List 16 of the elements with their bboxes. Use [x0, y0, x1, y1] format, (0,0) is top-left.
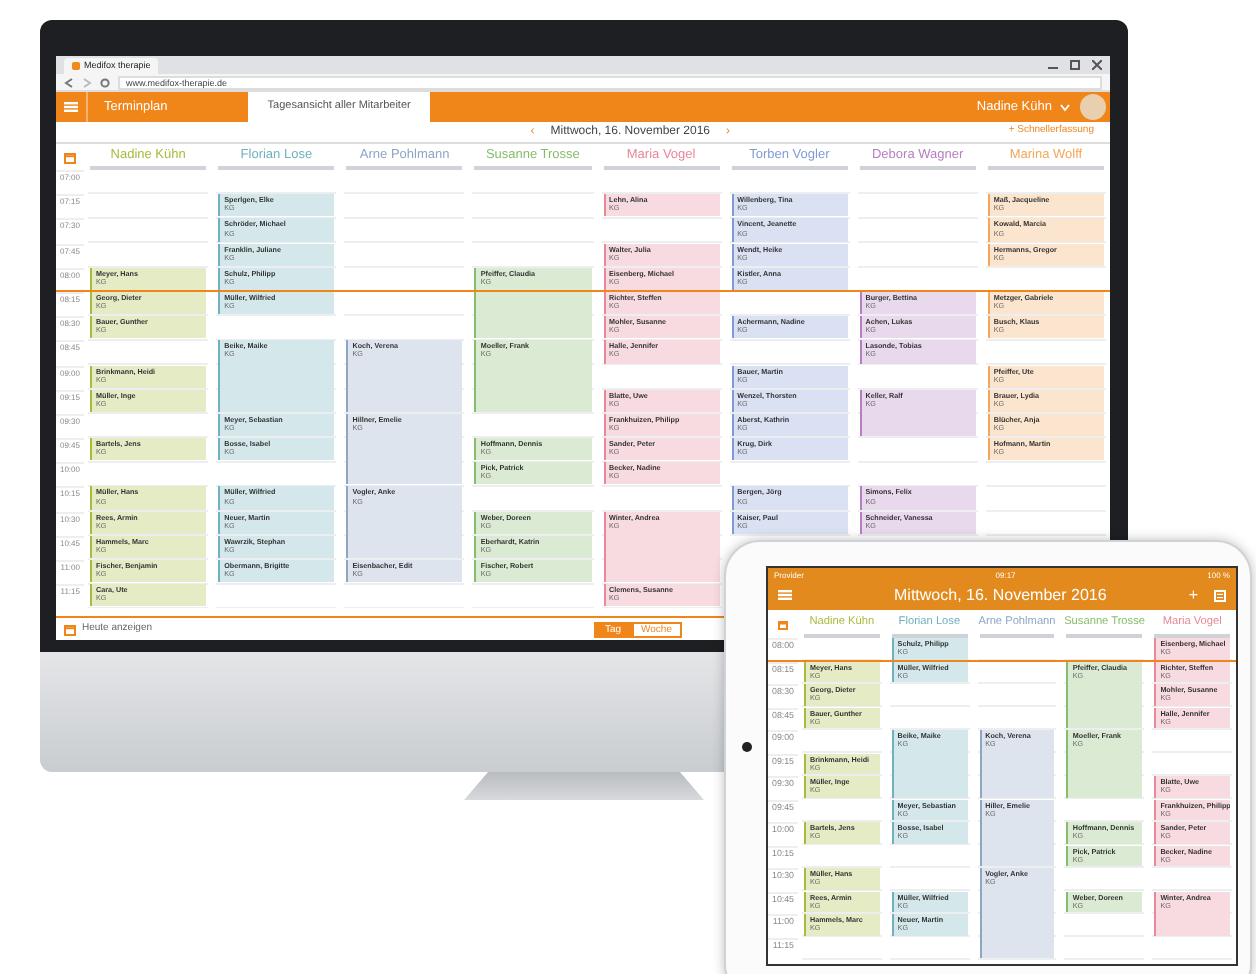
maximize-icon[interactable]	[1070, 60, 1080, 70]
home-button[interactable]	[742, 742, 752, 752]
calendar-icon[interactable]	[64, 623, 76, 635]
current-date: Mittwoch, 16. November 2016	[892, 583, 1107, 607]
reload-icon[interactable]	[100, 77, 110, 87]
forward-icon[interactable]	[82, 77, 92, 87]
avatar[interactable]	[1080, 94, 1106, 120]
favicon-icon	[72, 62, 80, 70]
calendar-icon[interactable]	[778, 619, 788, 629]
chevron-down-icon[interactable]	[1060, 103, 1070, 111]
back-icon[interactable]	[64, 77, 74, 87]
menu-icon[interactable]	[64, 100, 78, 114]
close-icon[interactable]	[1092, 60, 1102, 70]
calendar-icon[interactable]	[64, 151, 76, 163]
menu-icon[interactable]	[778, 588, 792, 602]
list-icon[interactable]	[1213, 589, 1226, 601]
